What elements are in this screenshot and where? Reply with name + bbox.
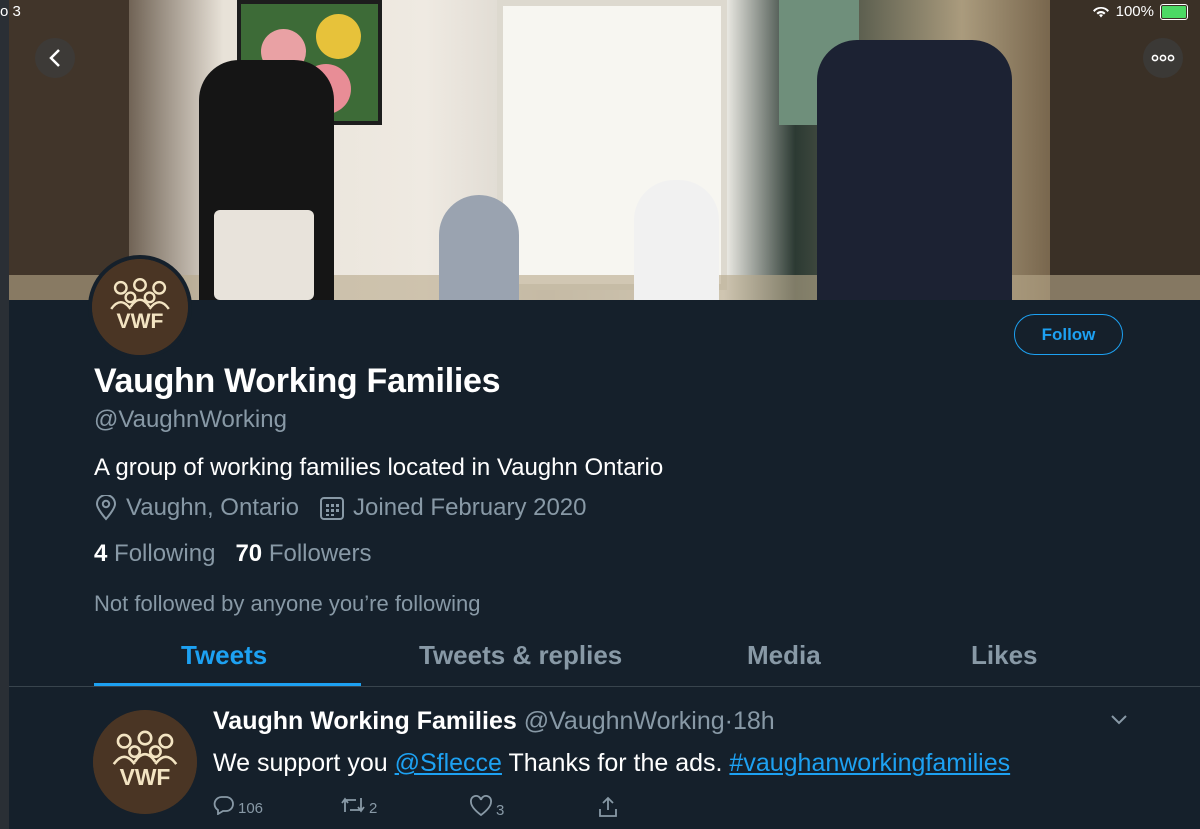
following-link[interactable]: 4 Following	[94, 540, 215, 567]
tweet-author-handle[interactable]: @VaughnWorking	[524, 707, 725, 735]
split-view-edge	[0, 0, 9, 829]
like-count: 3	[496, 802, 505, 819]
tweet-actions: 106 2 3	[213, 795, 633, 825]
tweet-author-avatar[interactable]: VWF	[93, 710, 197, 814]
tweet-separator: ·	[724, 707, 733, 735]
tweet-mention-link[interactable]: @Sflecce	[395, 749, 502, 777]
profile-avatar[interactable]: VWF	[88, 255, 192, 359]
chevron-left-icon	[49, 49, 60, 67]
profile-tabs: Tweets Tweets & replies Media Likes	[94, 640, 1194, 686]
location-pin-icon	[95, 495, 117, 521]
profile-location: Vaughn, Ontario	[126, 494, 300, 521]
follow-context-text: Not followed by anyone you’re following	[94, 591, 481, 616]
reply-icon	[213, 796, 234, 815]
svg-text:VWF: VWF	[120, 764, 171, 790]
svg-text:VWF: VWF	[117, 310, 164, 333]
tweet-menu-button[interactable]	[1110, 713, 1128, 731]
like-button[interactable]: 3	[469, 795, 505, 819]
profile-handle: @VaughnWorking	[94, 406, 287, 433]
tweet-author-name[interactable]: Vaughn Working Families	[213, 707, 517, 735]
status-bar: o 3 100%	[0, 0, 1200, 24]
tweet-header: Vaughn Working Families @VaughnWorking·1…	[213, 707, 775, 736]
retweet-button[interactable]: 2	[340, 795, 378, 817]
back-button[interactable]	[35, 38, 75, 78]
reply-button[interactable]: 106	[213, 795, 264, 817]
tab-likes[interactable]: Likes	[971, 640, 1038, 671]
reply-count: 106	[238, 800, 264, 817]
share-button[interactable]	[597, 795, 619, 819]
follow-button[interactable]: Follow	[1014, 314, 1123, 355]
tweet-timestamp[interactable]: 18h	[733, 707, 775, 735]
profile-joined-date: Joined February 2020	[353, 494, 587, 521]
more-dots-icon	[1151, 54, 1175, 62]
tab-tweets-replies[interactable]: Tweets & replies	[419, 640, 622, 671]
carrier-label: o 3	[0, 3, 21, 20]
profile-bio: A group of working families located in V…	[94, 454, 664, 481]
profile-name: Vaughn Working Families	[94, 362, 501, 400]
profile-banner-image[interactable]	[9, 0, 1200, 300]
followers-link[interactable]: 70 Followers	[235, 540, 371, 567]
retweet-icon	[341, 797, 365, 813]
tab-tweets[interactable]: Tweets	[181, 640, 267, 671]
tabs-divider	[9, 686, 1200, 687]
wifi-icon	[1092, 6, 1109, 17]
battery-icon	[1160, 3, 1188, 20]
profile-meta: Vaughn, Ontario Joined February 2020	[94, 494, 587, 522]
follow-counts: 4 Following 70 Followers	[94, 540, 372, 568]
retweet-count: 2	[369, 800, 378, 817]
calendar-icon	[320, 497, 345, 520]
tweet-text: We support you @Sflecce Thanks for the a…	[213, 749, 1011, 777]
battery-percent: 100%	[1115, 3, 1154, 20]
chevron-down-icon	[1111, 715, 1127, 725]
share-icon	[599, 796, 617, 817]
heart-icon	[470, 795, 492, 817]
more-options-button[interactable]	[1143, 38, 1183, 78]
tab-media[interactable]: Media	[747, 640, 821, 671]
tweet-hashtag-link[interactable]: #vaughanworkingfamilies	[729, 749, 1010, 777]
